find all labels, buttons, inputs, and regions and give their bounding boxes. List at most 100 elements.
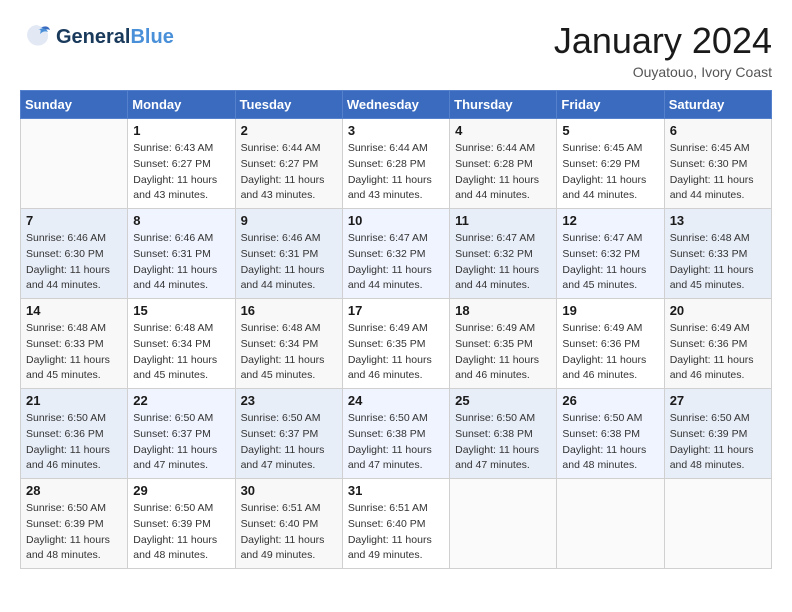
day-info: Sunrise: 6:49 AM Sunset: 6:35 PM Dayligh… — [455, 321, 551, 384]
day-number: 30 — [241, 483, 337, 498]
calendar-header-row: SundayMondayTuesdayWednesdayThursdayFrid… — [21, 91, 772, 119]
day-number: 6 — [670, 123, 766, 138]
day-number: 14 — [26, 303, 122, 318]
calendar-week-row: 28 Sunrise: 6:50 AM Sunset: 6:39 PM Dayli… — [21, 479, 772, 569]
day-of-week-header: Wednesday — [342, 91, 449, 119]
day-info: Sunrise: 6:44 AM Sunset: 6:28 PM Dayligh… — [348, 141, 444, 204]
day-number: 23 — [241, 393, 337, 408]
day-of-week-header: Thursday — [450, 91, 557, 119]
calendar-cell: 12 Sunrise: 6:47 AM Sunset: 6:32 PM Dayli… — [557, 209, 664, 299]
day-info: Sunrise: 6:44 AM Sunset: 6:28 PM Dayligh… — [455, 141, 551, 204]
calendar-cell: 20 Sunrise: 6:49 AM Sunset: 6:36 PM Dayli… — [664, 299, 771, 389]
day-info: Sunrise: 6:51 AM Sunset: 6:40 PM Dayligh… — [241, 501, 337, 564]
day-of-week-header: Tuesday — [235, 91, 342, 119]
calendar-cell: 10 Sunrise: 6:47 AM Sunset: 6:32 PM Dayli… — [342, 209, 449, 299]
day-number: 5 — [562, 123, 658, 138]
day-number: 29 — [133, 483, 229, 498]
calendar-cell: 22 Sunrise: 6:50 AM Sunset: 6:37 PM Dayli… — [128, 389, 235, 479]
day-info: Sunrise: 6:46 AM Sunset: 6:31 PM Dayligh… — [133, 231, 229, 294]
calendar-cell: 11Sunrise: 6:47 AM Sunset: 6:32 PM Dayli… — [450, 209, 557, 299]
calendar-week-row: 7 Sunrise: 6:46 AM Sunset: 6:30 PM Daylig… — [21, 209, 772, 299]
day-info: Sunrise: 6:50 AM Sunset: 6:39 PM Dayligh… — [670, 411, 766, 474]
calendar-cell: 8Sunrise: 6:46 AM Sunset: 6:31 PM Daylig… — [128, 209, 235, 299]
day-number: 27 — [670, 393, 766, 408]
day-number: 25 — [455, 393, 551, 408]
day-number: 17 — [348, 303, 444, 318]
day-number: 18 — [455, 303, 551, 318]
calendar-cell — [450, 479, 557, 569]
day-info: Sunrise: 6:51 AM Sunset: 6:40 PM Dayligh… — [348, 501, 444, 564]
day-number: 31 — [348, 483, 444, 498]
day-number: 20 — [670, 303, 766, 318]
calendar-table: SundayMondayTuesdayWednesdayThursdayFrid… — [20, 90, 772, 569]
calendar-cell: 14 Sunrise: 6:48 AM Sunset: 6:33 PM Dayli… — [21, 299, 128, 389]
calendar-cell: 19 Sunrise: 6:49 AM Sunset: 6:36 PM Dayli… — [557, 299, 664, 389]
day-number: 21 — [26, 393, 122, 408]
day-number: 7 — [26, 213, 122, 228]
day-info: Sunrise: 6:46 AM Sunset: 6:31 PM Dayligh… — [241, 231, 337, 294]
day-number: 13 — [670, 213, 766, 228]
calendar-week-row: 21 Sunrise: 6:50 AM Sunset: 6:36 PM Dayli… — [21, 389, 772, 479]
calendar-cell — [557, 479, 664, 569]
day-info: Sunrise: 6:47 AM Sunset: 6:32 PM Dayligh… — [562, 231, 658, 294]
calendar-cell: 27 Sunrise: 6:50 AM Sunset: 6:39 PM Dayli… — [664, 389, 771, 479]
day-info: Sunrise: 6:50 AM Sunset: 6:37 PM Dayligh… — [133, 411, 229, 474]
day-info: Sunrise: 6:48 AM Sunset: 6:33 PM Dayligh… — [26, 321, 122, 384]
day-number: 26 — [562, 393, 658, 408]
calendar-cell: 18 Sunrise: 6:49 AM Sunset: 6:35 PM Dayli… — [450, 299, 557, 389]
day-info: Sunrise: 6:49 AM Sunset: 6:36 PM Dayligh… — [562, 321, 658, 384]
calendar-cell: 1Sunrise: 6:43 AM Sunset: 6:27 PM Daylig… — [128, 119, 235, 209]
day-info: Sunrise: 6:49 AM Sunset: 6:35 PM Dayligh… — [348, 321, 444, 384]
day-info: Sunrise: 6:50 AM Sunset: 6:37 PM Dayligh… — [241, 411, 337, 474]
title-area: January 2024 Ouyatouo, Ivory Coast — [554, 20, 772, 80]
location-text: Ouyatouo, Ivory Coast — [554, 64, 772, 80]
calendar-cell: 3Sunrise: 6:44 AM Sunset: 6:28 PM Daylig… — [342, 119, 449, 209]
day-of-week-header: Sunday — [21, 91, 128, 119]
calendar-cell: 30 Sunrise: 6:51 AM Sunset: 6:40 PM Dayli… — [235, 479, 342, 569]
day-info: Sunrise: 6:49 AM Sunset: 6:36 PM Dayligh… — [670, 321, 766, 384]
day-of-week-header: Friday — [557, 91, 664, 119]
day-info: Sunrise: 6:47 AM Sunset: 6:32 PM Dayligh… — [348, 231, 444, 294]
day-info: Sunrise: 6:50 AM Sunset: 6:38 PM Dayligh… — [562, 411, 658, 474]
calendar-cell: 5Sunrise: 6:45 AM Sunset: 6:29 PM Daylig… — [557, 119, 664, 209]
calendar-cell: 26 Sunrise: 6:50 AM Sunset: 6:38 PM Dayli… — [557, 389, 664, 479]
day-info: Sunrise: 6:50 AM Sunset: 6:36 PM Dayligh… — [26, 411, 122, 474]
day-number: 28 — [26, 483, 122, 498]
day-info: Sunrise: 6:48 AM Sunset: 6:34 PM Dayligh… — [133, 321, 229, 384]
calendar-cell: 21 Sunrise: 6:50 AM Sunset: 6:36 PM Dayli… — [21, 389, 128, 479]
day-number: 19 — [562, 303, 658, 318]
calendar-week-row: 14 Sunrise: 6:48 AM Sunset: 6:33 PM Dayli… — [21, 299, 772, 389]
calendar-cell: 15 Sunrise: 6:48 AM Sunset: 6:34 PM Dayli… — [128, 299, 235, 389]
logo: GeneralBlue — [20, 20, 174, 54]
day-info: Sunrise: 6:50 AM Sunset: 6:39 PM Dayligh… — [133, 501, 229, 564]
day-number: 22 — [133, 393, 229, 408]
day-info: Sunrise: 6:45 AM Sunset: 6:30 PM Dayligh… — [670, 141, 766, 204]
page-header: GeneralBlue January 2024 Ouyatouo, Ivory… — [20, 20, 772, 80]
day-info: Sunrise: 6:48 AM Sunset: 6:33 PM Dayligh… — [670, 231, 766, 294]
day-of-week-header: Monday — [128, 91, 235, 119]
day-number: 15 — [133, 303, 229, 318]
calendar-cell: 31 Sunrise: 6:51 AM Sunset: 6:40 PM Dayli… — [342, 479, 449, 569]
day-info: Sunrise: 6:48 AM Sunset: 6:34 PM Dayligh… — [241, 321, 337, 384]
calendar-cell: 24 Sunrise: 6:50 AM Sunset: 6:38 PM Dayli… — [342, 389, 449, 479]
calendar-cell: 28 Sunrise: 6:50 AM Sunset: 6:39 PM Dayli… — [21, 479, 128, 569]
calendar-cell: 7 Sunrise: 6:46 AM Sunset: 6:30 PM Daylig… — [21, 209, 128, 299]
month-title: January 2024 — [554, 20, 772, 62]
day-number: 2 — [241, 123, 337, 138]
calendar-cell: 9Sunrise: 6:46 AM Sunset: 6:31 PM Daylig… — [235, 209, 342, 299]
calendar-cell: 13 Sunrise: 6:48 AM Sunset: 6:33 PM Dayli… — [664, 209, 771, 299]
day-info: Sunrise: 6:50 AM Sunset: 6:38 PM Dayligh… — [455, 411, 551, 474]
calendar-cell: 23 Sunrise: 6:50 AM Sunset: 6:37 PM Dayli… — [235, 389, 342, 479]
day-number: 24 — [348, 393, 444, 408]
calendar-cell: 6 Sunrise: 6:45 AM Sunset: 6:30 PM Daylig… — [664, 119, 771, 209]
day-number: 11 — [455, 213, 551, 228]
day-number: 10 — [348, 213, 444, 228]
calendar-cell: 16Sunrise: 6:48 AM Sunset: 6:34 PM Dayli… — [235, 299, 342, 389]
day-info: Sunrise: 6:46 AM Sunset: 6:30 PM Dayligh… — [26, 231, 122, 294]
day-number: 12 — [562, 213, 658, 228]
calendar-cell — [664, 479, 771, 569]
day-info: Sunrise: 6:50 AM Sunset: 6:39 PM Dayligh… — [26, 501, 122, 564]
day-info: Sunrise: 6:43 AM Sunset: 6:27 PM Dayligh… — [133, 141, 229, 204]
day-info: Sunrise: 6:50 AM Sunset: 6:38 PM Dayligh… — [348, 411, 444, 474]
logo-blue-text: Blue — [130, 26, 173, 49]
